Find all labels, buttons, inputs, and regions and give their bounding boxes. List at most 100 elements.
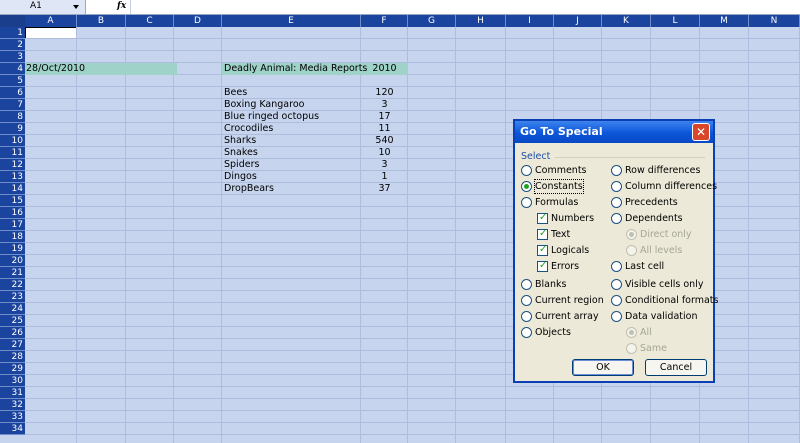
close-button[interactable]: ✕ (692, 123, 710, 141)
column-header-n[interactable]: N (749, 15, 800, 27)
row-header-25[interactable]: 25 (0, 315, 25, 327)
radio-icon[interactable] (611, 165, 622, 176)
cell-animal-value[interactable]: 120 (361, 87, 408, 99)
cell-e4-title[interactable]: Deadly Animal: Media Reports (224, 63, 367, 75)
cell-animal-name[interactable]: DropBears (224, 183, 274, 195)
radio-icon[interactable] (611, 213, 622, 224)
row-header-29[interactable]: 29 (0, 363, 25, 375)
row-header-22[interactable]: 22 (0, 279, 25, 291)
radio-icon[interactable] (611, 197, 622, 208)
row-header-11[interactable]: 11 (0, 147, 25, 159)
row-header-26[interactable]: 26 (0, 327, 25, 339)
cell-animal-name[interactable]: Bees (224, 87, 247, 99)
row-header-7[interactable]: 7 (0, 99, 25, 111)
row-header-34[interactable]: 34 (0, 423, 25, 435)
cell-animal-value[interactable]: 3 (361, 159, 408, 171)
cell-f4-year[interactable]: 2010 (361, 63, 408, 75)
function-icon[interactable]: fx (117, 1, 126, 11)
column-header-h[interactable]: H (456, 15, 506, 27)
column-header-e[interactable]: E (222, 15, 361, 27)
row-header-6[interactable]: 6 (0, 87, 25, 99)
row-header-9[interactable]: 9 (0, 123, 25, 135)
cell-a4-date[interactable]: 28/Oct/2010 (26, 63, 85, 75)
radio-icon[interactable] (611, 311, 622, 322)
name-box[interactable]: A1 (0, 0, 86, 14)
radio-icon[interactable] (521, 165, 532, 176)
row-header-23[interactable]: 23 (0, 291, 25, 303)
column-header-f[interactable]: F (361, 15, 408, 27)
column-header-k[interactable]: K (602, 15, 651, 27)
row-header-14[interactable]: 14 (0, 183, 25, 195)
cell-animal-value[interactable]: 3 (361, 99, 408, 111)
radio-icon[interactable] (521, 197, 532, 208)
row-header-2[interactable]: 2 (0, 39, 25, 51)
row-header-27[interactable]: 27 (0, 339, 25, 351)
radio-icon[interactable] (521, 295, 532, 306)
column-header-g[interactable]: G (408, 15, 456, 27)
row-header-33[interactable]: 33 (0, 411, 25, 423)
cell-animal-name[interactable]: Blue ringed octopus (224, 111, 319, 123)
grid-line-horizontal (25, 386, 800, 387)
cell-animal-value[interactable]: 540 (361, 135, 408, 147)
grid-line-vertical (455, 27, 456, 443)
radio-icon[interactable] (611, 279, 622, 290)
row-header-17[interactable]: 17 (0, 219, 25, 231)
cell-animal-value[interactable]: 10 (361, 147, 408, 159)
column-header-m[interactable]: M (700, 15, 749, 27)
row-header-24[interactable]: 24 (0, 303, 25, 315)
cell-animal-name[interactable]: Snakes (224, 147, 258, 159)
radio-icon[interactable] (611, 181, 622, 192)
cancel-button[interactable]: Cancel (645, 359, 707, 376)
row-header-31[interactable]: 31 (0, 387, 25, 399)
column-header-c[interactable]: C (126, 15, 174, 27)
row-header-15[interactable]: 15 (0, 195, 25, 207)
cell-animal-value[interactable]: 37 (361, 183, 408, 195)
cell-animal-name[interactable]: Dingos (224, 171, 257, 183)
row-header-16[interactable]: 16 (0, 207, 25, 219)
row-header-5[interactable]: 5 (0, 75, 25, 87)
row-header-12[interactable]: 12 (0, 159, 25, 171)
column-header-b[interactable]: B (77, 15, 126, 27)
checkbox-icon[interactable]: ✓ (537, 260, 548, 272)
radio-icon[interactable] (611, 261, 622, 272)
column-header-i[interactable]: I (506, 15, 554, 27)
radio-icon[interactable] (521, 181, 532, 192)
option-label: Blanks (535, 279, 567, 290)
column-header-j[interactable]: J (554, 15, 602, 27)
row-header-21[interactable]: 21 (0, 267, 25, 279)
row-header-4[interactable]: 4 (0, 63, 25, 75)
cell-animal-value[interactable]: 17 (361, 111, 408, 123)
row-header-10[interactable]: 10 (0, 135, 25, 147)
cell-animal-name[interactable]: Spiders (224, 159, 259, 171)
dialog-title-bar[interactable]: Go To Special ✕ (515, 121, 713, 143)
row-header-30[interactable]: 30 (0, 375, 25, 387)
row-header-8[interactable]: 8 (0, 111, 25, 123)
select-all-corner[interactable] (0, 15, 25, 27)
radio-icon[interactable] (521, 327, 532, 338)
ok-button[interactable]: OK (572, 359, 634, 376)
checkbox-icon[interactable]: ✓ (537, 244, 548, 256)
row-header-1[interactable]: 1 (0, 27, 25, 39)
row-header-20[interactable]: 20 (0, 255, 25, 267)
row-header-13[interactable]: 13 (0, 171, 25, 183)
row-header-32[interactable]: 32 (0, 399, 25, 411)
column-header-a[interactable]: A (25, 15, 77, 27)
radio-icon[interactable] (611, 295, 622, 306)
radio-icon[interactable] (521, 311, 532, 322)
cell-animal-name[interactable]: Boxing Kangaroo (224, 99, 304, 111)
formula-input[interactable] (130, 0, 800, 14)
row-header-28[interactable]: 28 (0, 351, 25, 363)
chevron-down-icon[interactable] (73, 5, 79, 9)
column-header-l[interactable]: L (651, 15, 700, 27)
cell-animal-value[interactable]: 11 (361, 123, 408, 135)
row-header-19[interactable]: 19 (0, 243, 25, 255)
radio-icon[interactable] (521, 279, 532, 290)
cell-animal-value[interactable]: 1 (361, 171, 408, 183)
column-header-d[interactable]: D (174, 15, 222, 27)
cell-animal-name[interactable]: Sharks (224, 135, 256, 147)
checkbox-icon[interactable]: ✓ (537, 228, 548, 240)
cell-animal-name[interactable]: Crocodiles (224, 123, 273, 135)
checkbox-icon[interactable]: ✓ (537, 212, 548, 224)
row-header-3[interactable]: 3 (0, 51, 25, 63)
row-header-18[interactable]: 18 (0, 231, 25, 243)
